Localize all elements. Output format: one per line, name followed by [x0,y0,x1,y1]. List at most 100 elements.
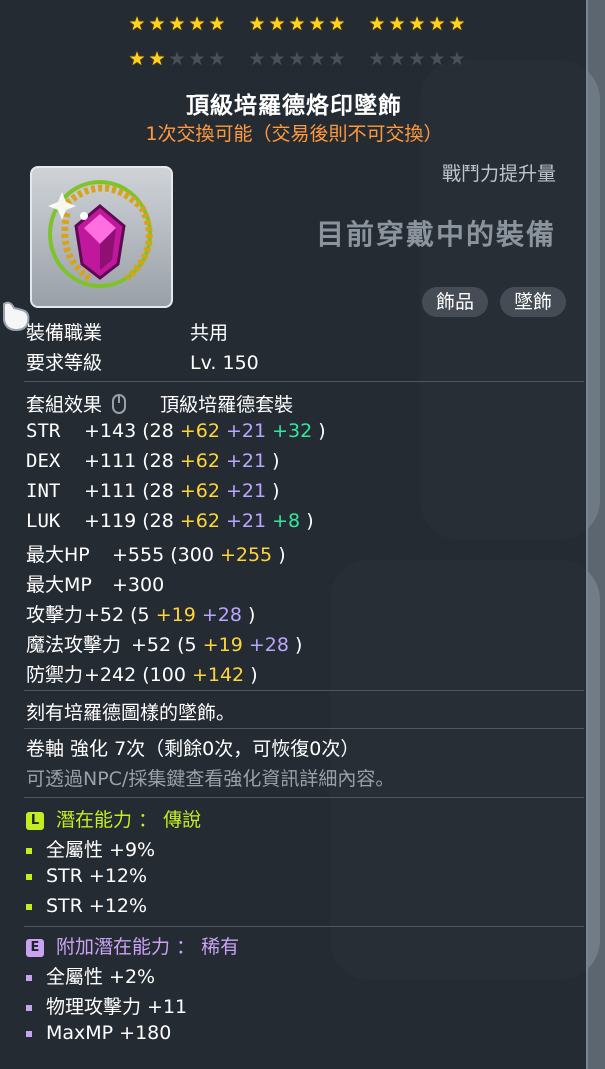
potential-line: MaxMP +180 [26,1022,171,1044]
stat-yellow-bonus: +62 [179,480,226,502]
stat-purple-bonus: +21 [226,510,273,532]
bonus-potential-title: 附加潛在能力 ： 稀有 [56,936,240,958]
potential-line: 物理攻擊力 +11 [26,992,187,1019]
set-effect-row: 套組效果 頂級培羅德套裝 [26,390,293,417]
star-empty-icon: ★ [448,48,466,70]
potential-grade-badge: L [26,812,44,830]
potential-line-text: STR +12% [46,895,148,917]
star-filled-icon: ★ [248,13,266,35]
stat-total: +143 [84,420,137,442]
item-name: 頂級培羅德烙印墜飾 [186,93,402,119]
stat-row: INT +111 (28 +62 +21 ) [26,480,280,502]
stat-total: +52 [131,634,172,656]
stat-base: (5 [171,634,203,656]
item-icon-frame [30,166,173,308]
combat-power-label: 戰鬥力提升量 [441,163,556,185]
stat-row: STR +143 (28 +62 +21 +32 ) [26,420,326,442]
stat-purple-bonus: +28 [201,604,248,626]
stat-total: +300 [112,574,165,596]
divider [24,381,584,382]
star-group: ★ ★ ★ ★ ★ [248,15,346,34]
star-filled-icon: ★ [308,13,326,35]
stat-close-paren: ) [250,664,258,686]
stat-name: 攻擊力 [26,604,84,626]
star-filled-icon: ★ [168,13,186,35]
bullet-icon [26,1030,32,1037]
mouse-icon[interactable] [112,394,127,414]
item-tooltip: ★ ★ ★ ★ ★ ★ ★ ★ ★ ★ ★ ★ ★ ★ ★ ★ ★ ★ ★ ★ ★ ★ ★ ★ ★ ★ ★ ★ ★ ★ 頂級培羅德烙印墜… [0,0,588,1069]
star-filled-icon: ★ [188,13,206,35]
potential-line-text: 全屬性 +2% [46,966,156,988]
star-filled-icon: ★ [408,13,426,35]
star-group: ★ ★ ★ ★ ★ [248,50,346,69]
star-empty-icon: ★ [208,48,226,70]
stat-yellow-bonus: +19 [202,634,249,656]
stat-base: (28 [136,480,180,502]
stat-purple-bonus: +28 [248,634,295,656]
stat-name: INT [26,480,61,502]
set-effect-label: 套組效果 [26,394,103,416]
stat-total: +52 [84,604,125,626]
type-tag: 墜飾 [500,287,567,317]
divider [24,926,584,927]
potential-line: 全屬性 +9% [26,835,155,862]
star-force-row-1: ★ ★ ★ ★ ★ ★ ★ ★ ★ ★ ★ ★ ★ ★ ★ [128,15,466,34]
star-group: ★ ★ ★ ★ ★ [128,50,226,69]
bullet-icon [26,903,32,910]
stat-total: +119 [84,510,137,532]
star-empty-icon: ★ [368,48,386,70]
stat-name: 魔法攻擊力 [26,634,122,656]
stat-row: 魔法攻擊力 +52 (5 +19 +28 ) [26,630,302,657]
potential-title: 潛在能力 ： 傳說 [56,809,202,831]
star-force-row-2: ★ ★ ★ ★ ★ ★ ★ ★ ★ ★ ★ ★ ★ ★ ★ [128,50,466,69]
bullet-icon [26,1004,32,1011]
potential-line-text: 全屬性 +9% [46,839,156,861]
stat-total: +111 [84,450,137,472]
stat-row: 最大HP +555 (300 +255 ) [26,540,286,567]
stat-purple-bonus: +21 [226,480,273,502]
stat-name: 最大HP [26,544,90,566]
equipped-label: 目前穿戴中的裝備 [315,218,556,251]
stat-purple-bonus: +21 [226,450,273,472]
stat-base: (28 [136,510,180,532]
star-empty-icon: ★ [388,48,406,70]
stat-name: STR [26,420,61,442]
star-empty-icon: ★ [168,48,186,70]
stat-total: +555 [112,544,165,566]
stat-row: 防禦力+242 (100 +142 ) [26,660,258,687]
star-empty-icon: ★ [288,48,306,70]
star-filled-icon: ★ [268,13,286,35]
set-effect-value: 頂級培羅德套裝 [160,394,294,416]
cursor-glove-icon [3,301,30,332]
star-group: ★ ★ ★ ★ ★ [128,15,226,34]
stat-name: 防禦力 [26,664,84,686]
bonus-potential-grade-badge: E [26,939,44,957]
star-filled-icon: ★ [368,13,386,35]
stat-base: (28 [136,420,180,442]
star-filled-icon: ★ [288,13,306,35]
bullet-icon [26,847,32,854]
stat-row: DEX +111 (28 +62 +21 ) [26,450,280,472]
potential-line-text: 物理攻擊力 +11 [46,996,188,1018]
pendant-icon [48,180,153,288]
level-value: Lv. 150 [190,352,259,374]
level-row: 要求等級 Lv. 150 [26,348,259,375]
divider [24,797,584,798]
category-tag: 飾品 [422,287,489,317]
stat-yellow-bonus: +62 [179,510,226,532]
job-row: 裝備職業 共用 [26,318,228,345]
stat-total: +111 [84,480,137,502]
star-group: ★ ★ ★ ★ ★ [368,50,466,69]
job-value: 共用 [190,322,229,344]
level-label: 要求等級 [26,352,103,374]
job-label: 裝備職業 [26,322,103,344]
stat-yellow-bonus: +19 [155,604,202,626]
stat-green-bonus: +32 [272,420,319,442]
stat-close-paren: ) [318,420,326,442]
star-filled-icon: ★ [128,48,146,70]
scroll-hint: 可透過NPC/採集鍵查看強化資訊詳細內容。 [26,768,395,790]
potential-line: 全屬性 +2% [26,962,155,989]
stat-name: LUK [26,510,61,532]
stat-close-paren: ) [272,450,280,472]
bonus-potential-header: E 附加潛在能力 ： 稀有 [26,932,239,959]
